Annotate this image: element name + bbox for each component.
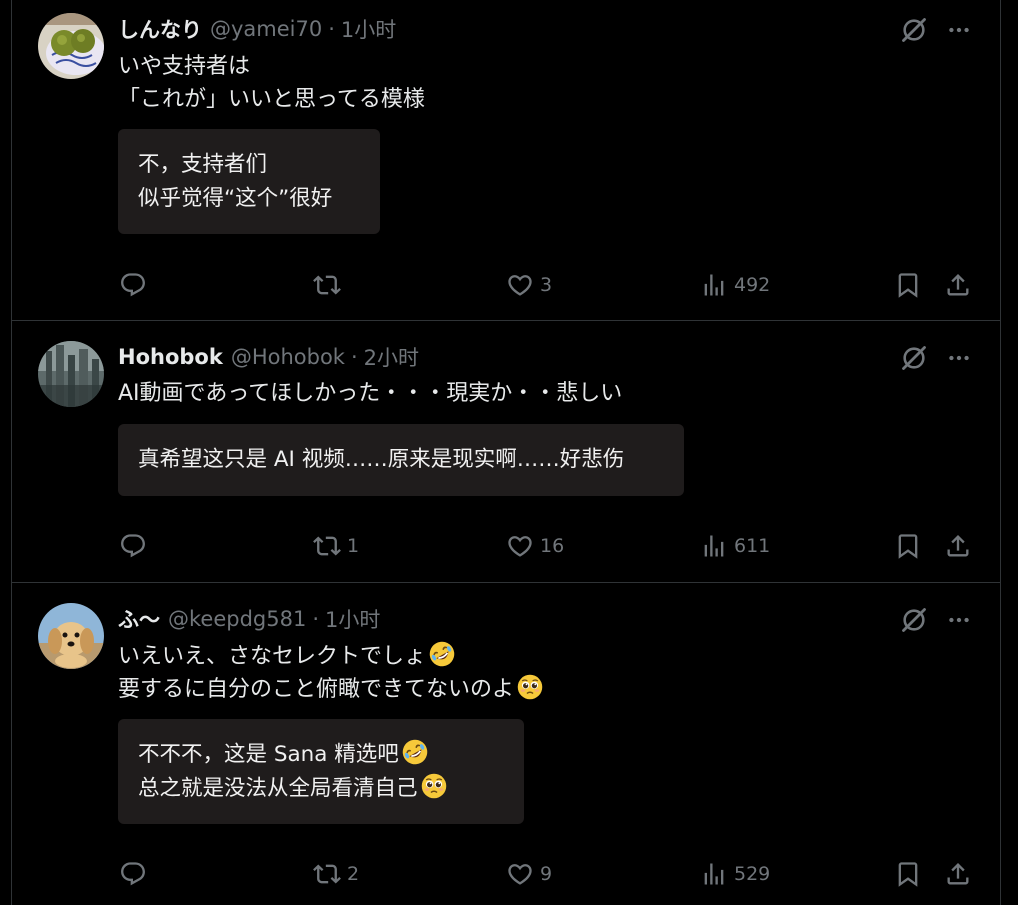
reply-icon — [119, 271, 147, 299]
retweet-icon — [313, 271, 341, 299]
retweet-button[interactable] — [313, 267, 347, 303]
retweet-icon — [313, 860, 341, 888]
grok-button[interactable] — [899, 343, 929, 373]
reply-button[interactable] — [119, 528, 153, 564]
like-button[interactable]: 3 — [506, 267, 552, 303]
like-count: 3 — [540, 274, 553, 296]
heart-icon — [506, 271, 534, 299]
tweet[interactable]: ふ〜 @keepdg581 · 1小时 いえいえ、さなセレクトでしょ 要するに自… — [12, 583, 1000, 905]
avatar[interactable] — [38, 13, 104, 79]
reply-icon — [119, 532, 147, 560]
display-name[interactable]: しんなり — [118, 14, 202, 44]
translation-box: 不不不，这是 Sana 精选吧 总之就是没法从全局看清自己 — [118, 719, 524, 824]
share-button[interactable] — [944, 267, 972, 303]
reply-button[interactable] — [119, 856, 153, 892]
like-count: 9 — [540, 863, 553, 885]
action-bar: 2 9 529 — [12, 856, 1000, 892]
grok-icon — [900, 16, 928, 44]
share-button[interactable] — [944, 856, 972, 892]
tweet-header: Hohobok @Hohobok · 2小时 — [118, 342, 419, 372]
more-button[interactable] — [944, 343, 974, 373]
bookmark-button[interactable] — [894, 528, 922, 564]
separator-dot: · — [328, 17, 335, 41]
grok-icon — [900, 344, 928, 372]
share-button[interactable] — [944, 528, 972, 564]
pleading-face-emoji — [420, 772, 448, 800]
bookmark-icon — [894, 532, 922, 560]
grok-button[interactable] — [899, 605, 929, 635]
views-icon — [700, 860, 728, 888]
separator-dot: · — [312, 607, 320, 631]
user-handle[interactable]: @keepdg581 — [168, 607, 306, 631]
pleading-face-emoji — [516, 673, 544, 701]
timestamp[interactable]: 1小时 — [325, 604, 380, 634]
tweet-header: しんなり @yamei70 · 1小时 — [118, 14, 396, 44]
views-button[interactable]: 492 — [700, 267, 770, 303]
bookmark-icon — [894, 271, 922, 299]
rolling-on-floor-laughing-emoji — [401, 738, 429, 766]
retweet-icon — [313, 532, 341, 560]
views-icon — [700, 532, 728, 560]
bookmark-button[interactable] — [894, 267, 922, 303]
user-handle[interactable]: @Hohobok — [231, 345, 345, 369]
grok-button[interactable] — [899, 15, 929, 45]
retweet-count: 1 — [347, 535, 360, 557]
views-button[interactable]: 529 — [700, 856, 770, 892]
share-icon — [944, 532, 972, 560]
like-button[interactable]: 16 — [506, 528, 564, 564]
tweet-header: ふ〜 @keepdg581 · 1小时 — [118, 604, 380, 634]
more-icon — [946, 345, 972, 371]
more-icon — [946, 607, 972, 633]
retweet-button[interactable]: 2 — [313, 856, 359, 892]
display-name[interactable]: Hohobok — [118, 345, 223, 369]
tweet-text: AI動画であってほしかった・・・現実か・・悲しい — [118, 381, 623, 406]
views-icon — [700, 271, 728, 299]
reply-button[interactable] — [119, 267, 153, 303]
views-button[interactable]: 611 — [700, 528, 770, 564]
view-count: 611 — [734, 535, 771, 557]
rolling-on-floor-laughing-emoji — [428, 640, 456, 668]
tweet-text: いえいえ、さなセレクトでしょ 要するに自分のこと俯瞰できてないのよ — [118, 640, 544, 706]
view-count: 492 — [734, 274, 771, 296]
user-handle[interactable]: @yamei70 — [210, 17, 322, 41]
tweet-text-line: 要するに自分のこと俯瞰できてないのよ — [118, 677, 515, 702]
reply-icon — [119, 860, 147, 888]
more-button[interactable] — [944, 15, 974, 45]
bookmark-icon — [894, 860, 922, 888]
share-icon — [944, 271, 972, 299]
action-bar: 3 492 — [12, 267, 1000, 303]
more-icon — [946, 17, 972, 43]
bookmark-button[interactable] — [894, 856, 922, 892]
tweet[interactable]: しんなり @yamei70 · 1小时 いや支持者は 「これが」いいと思ってる模… — [12, 0, 1000, 321]
translation-box: 真希望这只是 AI 视频……原来是现实啊……好悲伤 — [118, 424, 684, 496]
like-count: 16 — [540, 535, 565, 557]
avatar[interactable] — [38, 603, 104, 669]
timestamp[interactable]: 2小时 — [364, 342, 419, 372]
translation-line: 总之就是没法从全局看清自己 — [138, 776, 418, 801]
timeline: しんなり @yamei70 · 1小时 いや支持者は 「これが」いいと思ってる模… — [11, 0, 1001, 905]
separator-dot: · — [350, 345, 358, 369]
heart-icon — [506, 860, 534, 888]
translation-line: 不不不，这是 Sana 精选吧 — [138, 742, 399, 767]
action-bar: 1 16 611 — [12, 528, 1000, 564]
share-icon — [944, 860, 972, 888]
tweet-text: いや支持者は 「これが」いいと思ってる模様 — [118, 54, 425, 112]
tweet-text-line: いえいえ、さなセレクトでしょ — [118, 644, 427, 669]
tweet[interactable]: Hohobok @Hohobok · 2小时 AI動画であってほしかった・・・現… — [12, 321, 1000, 583]
grok-icon — [900, 606, 928, 634]
retweet-count: 2 — [347, 863, 360, 885]
display-name[interactable]: ふ〜 — [118, 604, 160, 634]
view-count: 529 — [734, 863, 771, 885]
translation-box: 不，支持者们 似乎觉得“这个”很好 — [118, 129, 380, 234]
like-button[interactable]: 9 — [506, 856, 552, 892]
heart-icon — [506, 532, 534, 560]
retweet-button[interactable]: 1 — [313, 528, 359, 564]
more-button[interactable] — [944, 605, 974, 635]
avatar[interactable] — [38, 341, 104, 407]
timestamp[interactable]: 1小时 — [341, 14, 396, 44]
